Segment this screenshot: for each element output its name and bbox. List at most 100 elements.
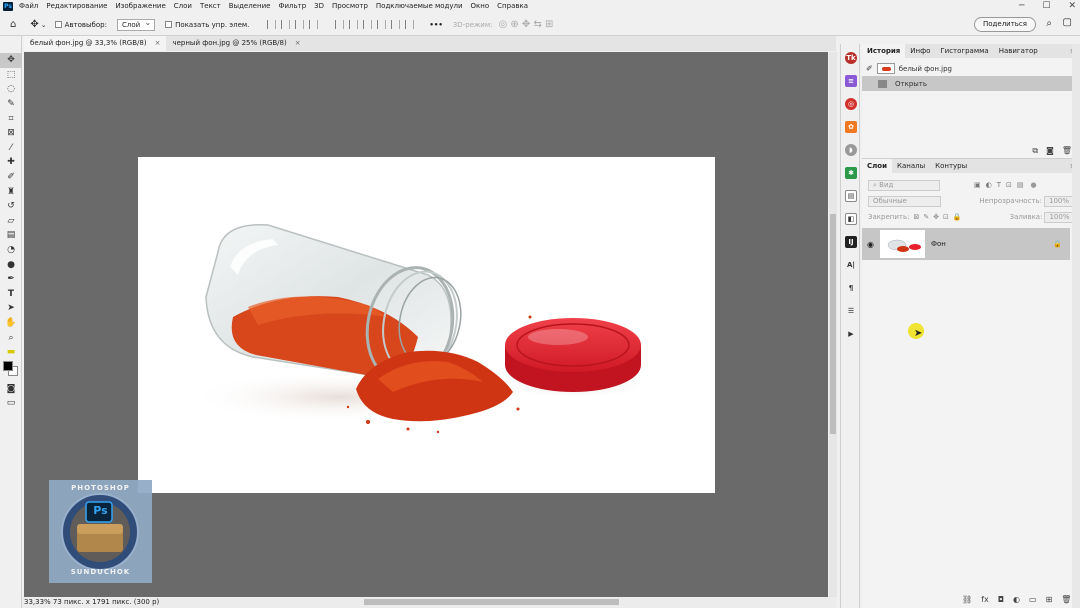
share-button[interactable]: Поделиться: [974, 17, 1036, 32]
align-top-icon[interactable]: [335, 20, 345, 29]
pen-tool-icon[interactable]: ✒: [0, 272, 22, 287]
tab-channels[interactable]: Каналы: [892, 159, 930, 173]
layer-filter-select[interactable]: ⌕ Вид: [868, 179, 940, 191]
layer-row-background[interactable]: ◉ Фон 🔒: [862, 228, 1070, 260]
close-icon[interactable]: ✕: [1068, 0, 1076, 12]
fill-input[interactable]: 100%: [1044, 211, 1075, 223]
path-select-tool-icon[interactable]: ➤: [0, 301, 22, 316]
vertical-scroll-thumb[interactable]: [830, 214, 836, 434]
layer-filter-icons[interactable]: ▣◐T⊡▤: [974, 181, 1028, 189]
panel-paragraph[interactable]: ¶: [841, 276, 861, 299]
maximize-icon[interactable]: ☐: [1042, 0, 1050, 12]
hand-tool-icon[interactable]: ✋: [0, 316, 22, 331]
type-tool-icon[interactable]: T: [0, 287, 22, 302]
tab-close-icon[interactable]: ×: [155, 36, 161, 51]
tab-navigator[interactable]: Навигатор: [994, 44, 1043, 58]
blur-tool-icon[interactable]: ◔: [0, 243, 22, 258]
layer-name[interactable]: Фон: [931, 240, 946, 248]
align-vcenter-icon[interactable]: [349, 20, 359, 29]
panel-plugin-2[interactable]: ≡: [841, 69, 861, 92]
tab-white-bg[interactable]: белый фон.jpg @ 33,3% (RGB/8) ×: [24, 36, 167, 51]
panel-plugin-4[interactable]: ✿: [841, 115, 861, 138]
status-bar[interactable]: 33,33% 73 пикс. x 1791 пикс. (300 p): [22, 597, 160, 608]
brush-tool-icon[interactable]: ✐: [0, 170, 22, 185]
tab-info[interactable]: Инфо: [905, 44, 935, 58]
crop-tool-icon[interactable]: ⌗: [0, 111, 22, 126]
tab-history[interactable]: История: [862, 44, 906, 58]
orbit-3d-icon[interactable]: ◎ ⊕ ✥ ⇆ ⊞: [498, 19, 553, 30]
gradient-tool-icon[interactable]: ▤: [0, 228, 22, 243]
camera-icon[interactable]: ◙: [1046, 146, 1054, 156]
vertical-scrollbar[interactable]: [829, 52, 837, 597]
autoselect-select[interactable]: Слой: [116, 18, 156, 31]
trash-icon[interactable]: 🗑: [1061, 595, 1071, 604]
panel-plugin-5[interactable]: ◗: [841, 138, 861, 161]
healing-tool-icon[interactable]: ✚: [0, 155, 22, 170]
trash-icon[interactable]: 🗑: [1062, 146, 1072, 156]
layer-style-icon[interactable]: fx: [981, 595, 989, 604]
dodge-tool-icon[interactable]: ●: [0, 257, 22, 272]
align-extra-icon[interactable]: [405, 20, 415, 29]
autoselect-toggle[interactable]: Автовыбор:: [54, 21, 107, 29]
menu-view[interactable]: Просмотр: [332, 2, 368, 10]
show-transform-toggle[interactable]: Показать упр. элем.: [165, 21, 249, 29]
menu-window[interactable]: Окно: [471, 2, 490, 10]
autoselect-checkbox[interactable]: [54, 21, 62, 28]
home-icon[interactable]: ⌂: [10, 19, 16, 30]
canvas-workspace[interactable]: Ps PHOTOSHOP SUNDUCHOK: [24, 52, 828, 597]
eye-icon[interactable]: ◉: [867, 240, 874, 249]
menu-3d[interactable]: 3D: [314, 2, 324, 10]
menu-image[interactable]: Изображение: [115, 2, 165, 10]
color-swatches[interactable]: [0, 359, 21, 381]
marquee-tool-icon[interactable]: ⬚: [0, 68, 22, 83]
move-tool-icon[interactable]: ✥: [0, 53, 22, 68]
lock-icon[interactable]: 🔒: [1053, 240, 1062, 248]
align-bottom-icon[interactable]: [363, 20, 373, 29]
lasso-tool-icon[interactable]: ◌: [0, 82, 22, 97]
align-right-icon[interactable]: [295, 20, 305, 29]
distribute-spacing-icon[interactable]: [391, 20, 401, 29]
quick-mask-icon[interactable]: ◙: [0, 381, 22, 396]
history-snapshot[interactable]: ✐ белый фон.jpg: [862, 61, 1080, 76]
panel-scrollbar[interactable]: [1072, 44, 1080, 608]
panel-plugin-6[interactable]: ✱: [841, 161, 861, 184]
distribute-h-icon[interactable]: [309, 20, 319, 29]
move-tool-icon[interactable]: ✥: [30, 19, 38, 30]
new-layer-icon[interactable]: ⊞: [1046, 595, 1053, 604]
panel-actions[interactable]: ▶: [841, 322, 861, 345]
eyedropper-tool-icon[interactable]: ⁄: [0, 141, 22, 156]
panel-character[interactable]: A|: [841, 253, 861, 276]
new-group-icon[interactable]: ▭: [1029, 595, 1037, 604]
history-item-open[interactable]: Открыть: [862, 76, 1080, 91]
new-document-from-state-icon[interactable]: ⧉: [1032, 146, 1038, 156]
tab-paths[interactable]: Контуры: [930, 159, 972, 173]
tab-histogram[interactable]: Гистограмма: [935, 44, 993, 58]
zoom-tool-icon[interactable]: ⌕: [0, 330, 22, 345]
menu-help[interactable]: Справка: [497, 2, 528, 10]
panel-plugin-1[interactable]: Tk: [841, 46, 861, 69]
document-canvas[interactable]: [138, 157, 715, 493]
opacity-input[interactable]: 100%: [1043, 195, 1074, 207]
menu-layers[interactable]: Слои: [174, 2, 192, 10]
lock-icons[interactable]: ⊠✎✥⊡🔒: [913, 213, 965, 221]
panel-adjust[interactable]: ◧: [841, 207, 861, 230]
tab-black-bg[interactable]: черный фон.jpg @ 25% (RGB/8) ×: [166, 36, 306, 51]
foreground-color-swatch[interactable]: [3, 361, 13, 372]
frame-tool-icon[interactable]: ⊠: [0, 126, 22, 141]
photoshop-logo-icon[interactable]: Ps: [3, 1, 13, 11]
panel-properties[interactable]: ☰: [841, 299, 861, 322]
panel-libraries[interactable]: ▤: [841, 184, 861, 207]
more-options-button[interactable]: •••: [429, 21, 442, 29]
edit-toolbar-icon[interactable]: ▬: [0, 345, 22, 360]
blend-mode-select[interactable]: Обычные: [868, 195, 942, 207]
align-left-icon[interactable]: [267, 20, 277, 29]
link-layers-icon[interactable]: ⛓: [962, 595, 972, 604]
menu-filter[interactable]: Фильтр: [278, 2, 306, 10]
filter-toggle-icon[interactable]: ●: [1030, 181, 1036, 189]
panel-plugin-7[interactable]: IJ: [841, 230, 861, 253]
brush-source-icon[interactable]: ✐: [866, 64, 873, 73]
tab-layers[interactable]: Слои: [862, 159, 892, 173]
menu-type[interactable]: Текст: [200, 2, 221, 10]
history-brush-icon[interactable]: ↺: [0, 199, 22, 214]
menu-file[interactable]: Файл: [19, 2, 38, 10]
